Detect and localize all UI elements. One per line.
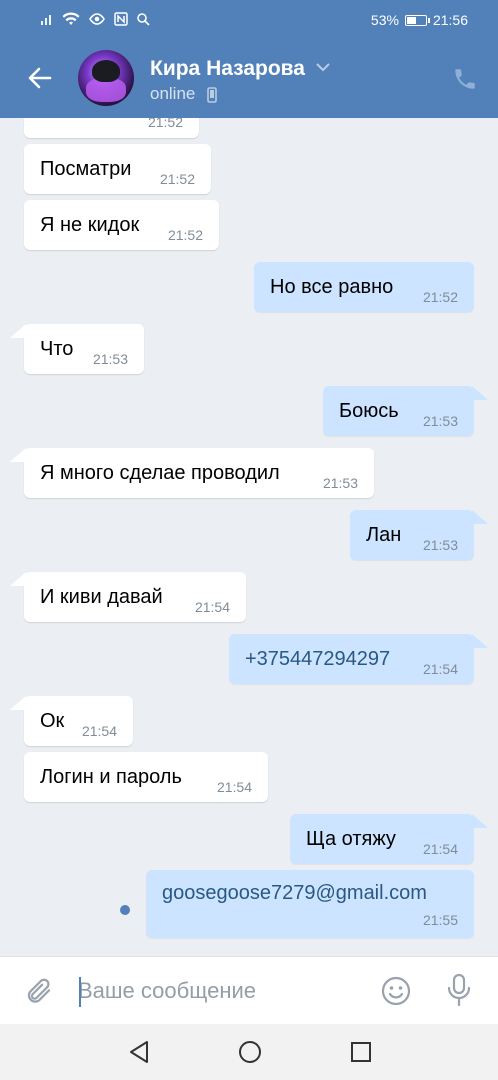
message-text[interactable]: +375447294297 — [245, 648, 390, 671]
contact-status: online — [150, 84, 196, 103]
text-cursor — [79, 977, 81, 1007]
message-time: 21:53 — [422, 413, 458, 429]
battery-icon — [404, 14, 430, 26]
incoming-message[interactable]: Я много сделае проводил 21:53 — [24, 448, 374, 498]
message-time: 21:53 — [422, 537, 458, 553]
incoming-message[interactable]: Я не кидок 21:52 — [24, 200, 219, 250]
battery-percent: 53% — [370, 12, 399, 28]
incoming-message[interactable]: Ок 21:54 — [24, 696, 133, 746]
message-text: Ок — [40, 710, 65, 732]
outgoing-message[interactable]: Лан 21:53 — [350, 510, 474, 560]
message-text: И киви давай — [40, 586, 163, 608]
search-icon — [137, 13, 150, 26]
message-text: Я много сделае проводил — [40, 462, 280, 484]
message-text: Лан — [366, 524, 402, 546]
battery-level — [406, 16, 416, 24]
message-input[interactable] — [78, 973, 368, 1009]
nav-home-icon[interactable] — [238, 1040, 262, 1064]
app-header: 53% 21:56 Кира Назарова online — [0, 0, 498, 118]
chevron-down-icon[interactable] — [316, 62, 330, 72]
bubble-tail — [472, 814, 488, 828]
message-text: Посматри — [40, 158, 132, 180]
outgoing-message[interactable]: Но все равно 21:52 — [254, 262, 474, 312]
outgoing-message[interactable]: Боюсь 21:53 — [323, 386, 474, 436]
message-list[interactable]: Ну этио21:52 Посматри 21:52 Я не кидок 21:52… — [0, 118, 498, 956]
bubble-tail — [472, 510, 488, 524]
message-time: 21:53 — [92, 351, 128, 367]
incoming-message[interactable]: Что 21:53 — [24, 324, 144, 374]
paperclip-icon[interactable] — [24, 975, 54, 1007]
message-text: Что — [40, 338, 74, 360]
message-time: 21:52 — [147, 118, 183, 130]
message-text: Но все равно — [270, 276, 394, 298]
status-time: 21:56 — [432, 12, 468, 28]
message-text[interactable]: goosegoose7279@gmail.com — [162, 882, 427, 905]
back-button[interactable] — [22, 60, 58, 96]
bubble-tail — [472, 386, 488, 400]
message-time: 21:53 — [322, 475, 358, 491]
bubble-tail — [10, 696, 26, 710]
message-time: 21:54 — [81, 723, 117, 739]
message-time: 21:55 — [422, 912, 458, 928]
phone-call-icon[interactable] — [452, 66, 478, 92]
message-composer — [0, 956, 498, 1024]
status-right: 53% 21:56 — [371, 12, 468, 28]
incoming-message[interactable]: Логин и пароль 21:54 — [24, 752, 268, 802]
nav-back-icon[interactable] — [128, 1040, 150, 1064]
system-nav-bar — [0, 1024, 498, 1080]
wifi-icon — [62, 12, 80, 25]
nav-recents-icon[interactable] — [350, 1041, 372, 1063]
message-time: 21:54 — [422, 661, 458, 677]
bubble-tail — [10, 448, 26, 462]
status-icons — [40, 12, 150, 26]
microphone-icon[interactable] — [446, 973, 472, 1007]
message-time: 21:52 — [422, 289, 458, 305]
unread-indicator — [120, 905, 130, 915]
outgoing-message[interactable]: Ща отяжу 21:54 — [290, 814, 474, 864]
message-time: 21:54 — [194, 599, 230, 615]
outgoing-message[interactable]: goosegoose7279@gmail.com 21:55 — [146, 870, 474, 938]
message-time: 21:52 — [159, 171, 195, 187]
mobile-phone-icon — [207, 87, 217, 103]
message-time: 21:54 — [422, 841, 458, 857]
avatar[interactable] — [78, 50, 134, 106]
contact-name[interactable]: Кира Назарова — [150, 57, 305, 81]
bubble-tail — [10, 324, 26, 338]
bubble-tail — [472, 634, 488, 648]
smile-icon[interactable] — [380, 975, 412, 1007]
message-text: Боюсь — [339, 400, 399, 422]
message-text: Я не кидок — [40, 214, 140, 236]
arrow-left-icon — [28, 67, 52, 89]
bubble-tail — [10, 572, 26, 586]
eye-icon — [89, 13, 105, 25]
nfc-icon — [114, 12, 128, 26]
message-text: Логин и пароль — [40, 766, 182, 788]
incoming-message[interactable]: И киви давай 21:54 — [24, 572, 246, 622]
message-time: 21:52 — [167, 227, 203, 243]
message-text: Ща отяжу — [306, 828, 396, 850]
message-time: 21:54 — [216, 779, 252, 795]
status-bar: 53% 21:56 — [0, 0, 498, 40]
incoming-message[interactable]: Посматри 21:52 — [24, 144, 211, 194]
signal-icon — [41, 15, 51, 25]
outgoing-message[interactable]: +375447294297 21:54 — [229, 634, 474, 684]
incoming-message[interactable]: Ну этио21:52 — [24, 118, 199, 138]
